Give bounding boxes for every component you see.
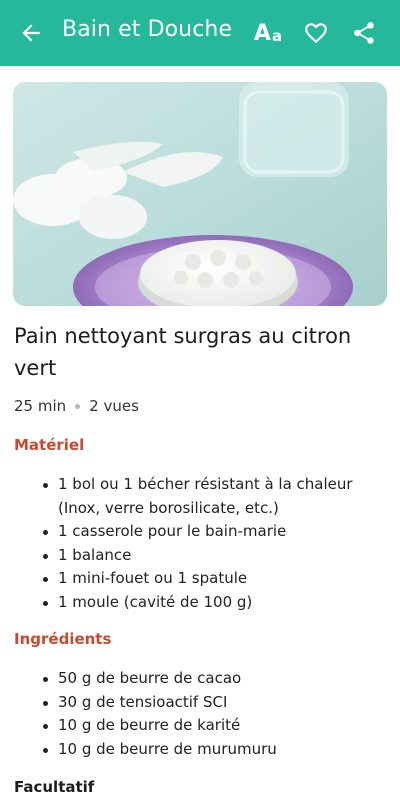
list-item: 10 g de beurre de murumuru — [43, 738, 383, 762]
recipe-title: Pain nettoyant surgras au citron vert — [14, 324, 352, 380]
font-size-button[interactable]: Aa — [254, 19, 282, 47]
recipe-meta: 25 min 2 vues — [14, 397, 139, 415]
ingredients-heading: Ingrédients — [14, 630, 112, 648]
list-item: 1 bol ou 1 bécher résistant à la chaleur… — [43, 473, 383, 520]
share-button[interactable] — [350, 19, 378, 47]
font-size-icon-large: A — [253, 20, 271, 46]
recipe-views: 2 vues — [89, 397, 139, 415]
list-item: 1 balance — [43, 544, 383, 568]
materiel-list: 1 bol ou 1 bécher résistant à la chaleur… — [43, 473, 383, 614]
app-bar: Bain et Douche Aa — [0, 0, 400, 66]
materiel-heading: Matériel — [14, 436, 85, 454]
list-item: 10 g de beurre de karité — [43, 714, 383, 738]
arrow-left-icon — [22, 24, 40, 42]
share-icon — [354, 22, 374, 44]
separator-dot — [75, 403, 81, 409]
app-bar-title: Bain et Douche — [62, 17, 233, 42]
back-button[interactable] — [18, 20, 44, 46]
list-item: 50 g de beurre de cacao — [43, 667, 383, 691]
list-item: 1 mini-fouet ou 1 spatule — [43, 567, 383, 591]
favorite-button[interactable] — [302, 19, 330, 47]
ingredients-list: 50 g de beurre de cacao 30 g de tensioac… — [43, 667, 383, 761]
list-item: 1 casserole pour le bain-marie — [43, 520, 383, 544]
facultatif-heading: Facultatif — [14, 778, 95, 796]
font-size-icon-small: a — [271, 26, 283, 45]
recipe-duration: 25 min — [14, 397, 67, 415]
heart-outline-icon — [305, 23, 327, 44]
list-item: 30 g de tensioactif SCI — [43, 691, 383, 715]
recipe-image — [13, 82, 387, 306]
list-item: 1 moule (cavité de 100 g) — [43, 591, 383, 615]
